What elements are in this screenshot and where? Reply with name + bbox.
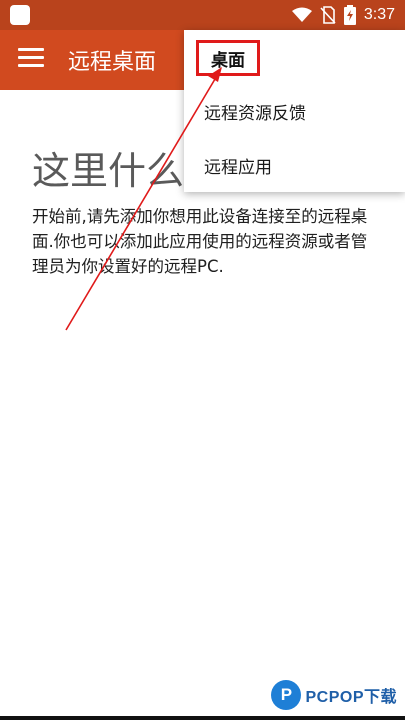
status-icons: 3:37 xyxy=(291,5,395,25)
annotation-highlight-box: 桌面 xyxy=(196,40,260,76)
menu-item-remote-resource-feed-label: 远程资源反馈 xyxy=(204,103,306,124)
notification-app-icon xyxy=(10,5,30,25)
watermark: P PCPOP下载 xyxy=(271,678,397,712)
status-time: 3:37 xyxy=(363,6,395,23)
menu-item-remote-app[interactable]: 远程应用 xyxy=(184,138,405,192)
menu-item-remote-app-label: 远程应用 xyxy=(204,157,272,178)
no-sim-icon xyxy=(320,6,336,24)
watermark-logo-icon: P xyxy=(271,680,302,710)
status-bar: 3:37 xyxy=(0,0,405,30)
hamburger-menu-icon[interactable] xyxy=(18,48,44,72)
wifi-icon xyxy=(291,7,312,22)
bottom-bar xyxy=(0,716,405,720)
add-menu-dropdown: 桌面 远程资源反馈 远程应用 xyxy=(184,30,405,192)
empty-state-heading: 这里什么 xyxy=(32,149,185,193)
watermark-text: PCPOP下载 xyxy=(305,689,397,706)
battery-charging-icon xyxy=(343,5,356,25)
app-title: 远程桌面 xyxy=(68,50,157,75)
menu-item-remote-resource-feed[interactable]: 远程资源反馈 xyxy=(184,84,405,138)
empty-state-description: 开始前,请先添加你想用此设备连接至的远程桌面.你也可以添加此应用使用的远程资源或… xyxy=(32,207,368,276)
menu-item-desktop-label: 桌面 xyxy=(211,50,245,71)
menu-item-desktop[interactable]: 桌面 xyxy=(184,30,405,84)
